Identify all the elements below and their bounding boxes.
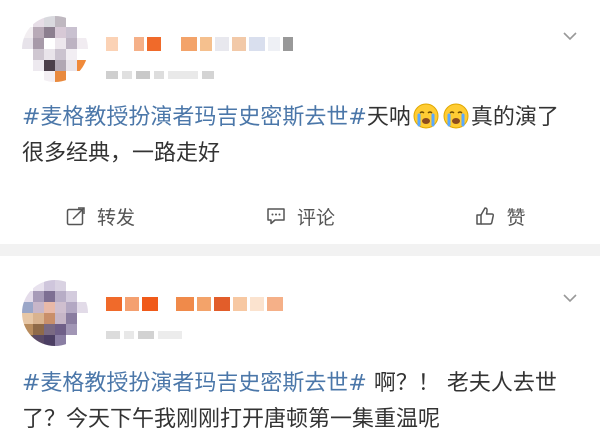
username[interactable] (106, 294, 283, 314)
repost-button[interactable]: 转发 (0, 196, 200, 236)
weibo-feed: #麦格教授扮演者玛吉史密斯去世#天呐 真的演了很多经典，一路走好 转发 评论 赞… (0, 0, 600, 448)
post-meta (106, 70, 214, 80)
post-card: #麦格教授扮演者玛吉史密斯去世# 啊？！ 老夫人去世了？今天下午我刚刚打开唐顿第… (0, 256, 600, 448)
crying-face-emoji (413, 103, 439, 129)
comment-button[interactable]: 评论 (200, 196, 400, 236)
post-meta (106, 330, 182, 340)
like-button[interactable]: 赞 (400, 196, 600, 236)
comment-label: 评论 (296, 206, 335, 229)
post-text: #麦格教授扮演者玛吉史密斯去世# 啊？！ 老夫人去世了？今天下午我刚刚打开唐顿第… (22, 366, 578, 438)
crying-face-emoji (443, 103, 469, 129)
avatar[interactable] (22, 280, 88, 346)
repost-label: 转发 (96, 206, 135, 229)
username[interactable] (106, 34, 293, 54)
comment-icon (267, 208, 285, 225)
topic-link[interactable]: #麦格教授扮演者玛吉史密斯去世# (22, 371, 367, 396)
chevron-down-icon[interactable] (562, 28, 578, 44)
post-text: #麦格教授扮演者玛吉史密斯去世#天呐 真的演了很多经典，一路走好 (22, 100, 578, 172)
post-text-part: 天呐 (366, 105, 411, 130)
avatar[interactable] (22, 16, 88, 82)
thumbs-up-icon (476, 207, 495, 225)
like-label: 赞 (506, 206, 526, 229)
post-card: #麦格教授扮演者玛吉史密斯去世#天呐 真的演了很多经典，一路走好 转发 评论 赞 (0, 0, 600, 244)
chevron-down-icon[interactable] (562, 290, 578, 306)
repost-icon (66, 207, 85, 226)
action-bar: 转发 评论 赞 (0, 196, 600, 236)
topic-link[interactable]: #麦格教授扮演者玛吉史密斯去世# (22, 105, 367, 130)
post-divider (0, 244, 600, 256)
